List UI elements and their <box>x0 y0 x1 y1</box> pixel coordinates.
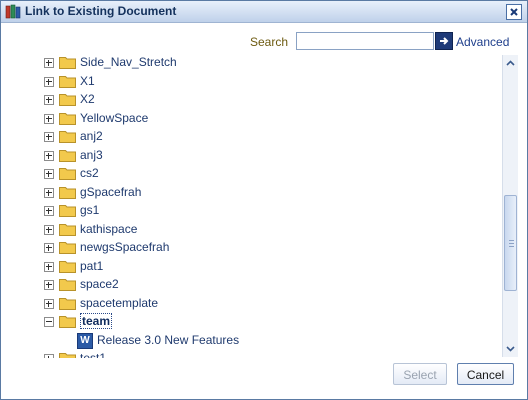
title-bar: Link to Existing Document <box>1 1 527 23</box>
folder-icon <box>59 149 76 162</box>
tree-item[interactable]: anj3 <box>41 147 481 165</box>
tree-item-label[interactable]: newgsSpacefrah <box>80 240 169 254</box>
close-button[interactable] <box>506 4 522 20</box>
folder-open-icon <box>59 316 76 328</box>
scroll-thumb[interactable] <box>504 195 517 291</box>
folder-icon <box>59 112 76 125</box>
tree-item-label[interactable]: anj2 <box>80 129 103 143</box>
tree-item-label[interactable]: gSpacefrah <box>80 185 141 199</box>
folder-icon <box>59 242 76 254</box>
grip-line <box>509 243 514 244</box>
tree-child-document[interactable]: W Release 3.0 New Features <box>41 332 481 350</box>
chevron-up-icon <box>506 59 515 66</box>
tree-item-label[interactable]: pat1 <box>80 259 103 273</box>
tree-item[interactable]: newgsSpacefrah <box>41 239 481 257</box>
plus-box-icon[interactable] <box>44 58 54 68</box>
search-go-button[interactable] <box>435 32 453 50</box>
tree-item-label[interactable]: team <box>80 313 113 329</box>
folder-icon <box>59 57 76 69</box>
folder-icon <box>59 168 76 180</box>
folder-icon <box>59 223 76 236</box>
plus-box-icon[interactable] <box>44 206 54 216</box>
plus-box-icon[interactable] <box>44 280 54 290</box>
tree-item[interactable]: YellowSpace <box>41 110 481 128</box>
dialog-title: Link to Existing Document <box>25 4 177 18</box>
plus-box-icon[interactable] <box>44 224 54 235</box>
tree-item[interactable]: spacetemplate <box>41 295 481 313</box>
grip-line <box>509 240 514 241</box>
cancel-button[interactable]: Cancel <box>457 363 514 385</box>
plus-box-icon[interactable] <box>44 298 54 309</box>
tree-item-selected[interactable]: team <box>41 313 481 331</box>
plus-box-icon[interactable] <box>44 243 54 253</box>
close-x-icon <box>510 8 518 16</box>
tree-item[interactable]: kathispace <box>41 221 481 239</box>
tree-item[interactable]: pat1 <box>41 258 481 276</box>
chevron-down-icon <box>506 345 515 352</box>
tree-item-label[interactable]: cs2 <box>80 166 99 180</box>
minus-box-icon[interactable] <box>44 317 54 327</box>
tree-item[interactable]: anj2 <box>41 128 481 146</box>
tree-item[interactable]: cs2 <box>41 165 481 183</box>
select-button[interactable]: Select <box>393 363 447 385</box>
scroll-up-button[interactable] <box>503 55 518 70</box>
tree-item[interactable]: test1 <box>41 350 481 358</box>
link-document-dialog: Link to Existing Document Search Advance… <box>0 0 528 400</box>
tree-item[interactable]: X1 <box>41 73 481 91</box>
tree-item-label[interactable]: test1 <box>80 351 106 358</box>
document-tree: Side_Nav_Stretch X1 X2 YellowSpace anj2 … <box>41 54 501 358</box>
tree-scrollbar[interactable] <box>502 55 518 357</box>
tree-item-label[interactable]: kathispace <box>80 222 137 236</box>
tree-item-label[interactable]: YellowSpace <box>80 111 148 125</box>
folder-icon <box>59 186 76 199</box>
folder-icon <box>59 131 76 143</box>
arrow-right-icon <box>440 37 449 45</box>
tree-item-label[interactable]: X1 <box>80 74 95 88</box>
tree-item[interactable]: X2 <box>41 91 481 109</box>
plus-box-icon[interactable] <box>44 354 54 358</box>
tree-item[interactable]: Side_Nav_Stretch <box>41 54 481 72</box>
folder-icon <box>59 353 76 358</box>
plus-box-icon[interactable] <box>44 150 54 161</box>
plus-box-icon[interactable] <box>44 132 54 142</box>
tree-item-label[interactable]: space2 <box>80 277 119 291</box>
plus-box-icon[interactable] <box>44 95 54 105</box>
plus-box-icon[interactable] <box>44 113 54 124</box>
tree-item-label[interactable]: anj3 <box>80 148 103 162</box>
word-document-icon: W <box>77 332 93 349</box>
folder-icon <box>59 94 76 106</box>
plus-box-icon[interactable] <box>44 187 54 198</box>
tree-item-label[interactable]: gs1 <box>80 203 99 217</box>
document-label[interactable]: Release 3.0 New Features <box>97 333 239 347</box>
folder-icon <box>59 260 76 273</box>
plus-box-icon[interactable] <box>44 76 54 87</box>
books-icon <box>5 4 21 19</box>
scroll-down-button[interactable] <box>503 341 518 356</box>
grip-line <box>509 246 514 247</box>
folder-icon <box>59 279 76 291</box>
tree-item-label[interactable]: Side_Nav_Stretch <box>80 55 177 69</box>
tree-item-label[interactable]: spacetemplate <box>80 296 158 310</box>
tree-item[interactable]: gs1 <box>41 202 481 220</box>
folder-icon <box>59 75 76 88</box>
search-label: Search <box>250 35 289 49</box>
tree-item[interactable]: gSpacefrah <box>41 184 481 202</box>
plus-box-icon[interactable] <box>44 169 54 179</box>
search-input[interactable] <box>296 32 434 50</box>
tree-item[interactable]: space2 <box>41 276 481 294</box>
tree-item-label[interactable]: X2 <box>80 92 95 106</box>
advanced-search-link[interactable]: Advanced <box>456 35 509 49</box>
folder-icon <box>59 205 76 217</box>
folder-icon <box>59 297 76 310</box>
plus-box-icon[interactable] <box>44 261 54 272</box>
